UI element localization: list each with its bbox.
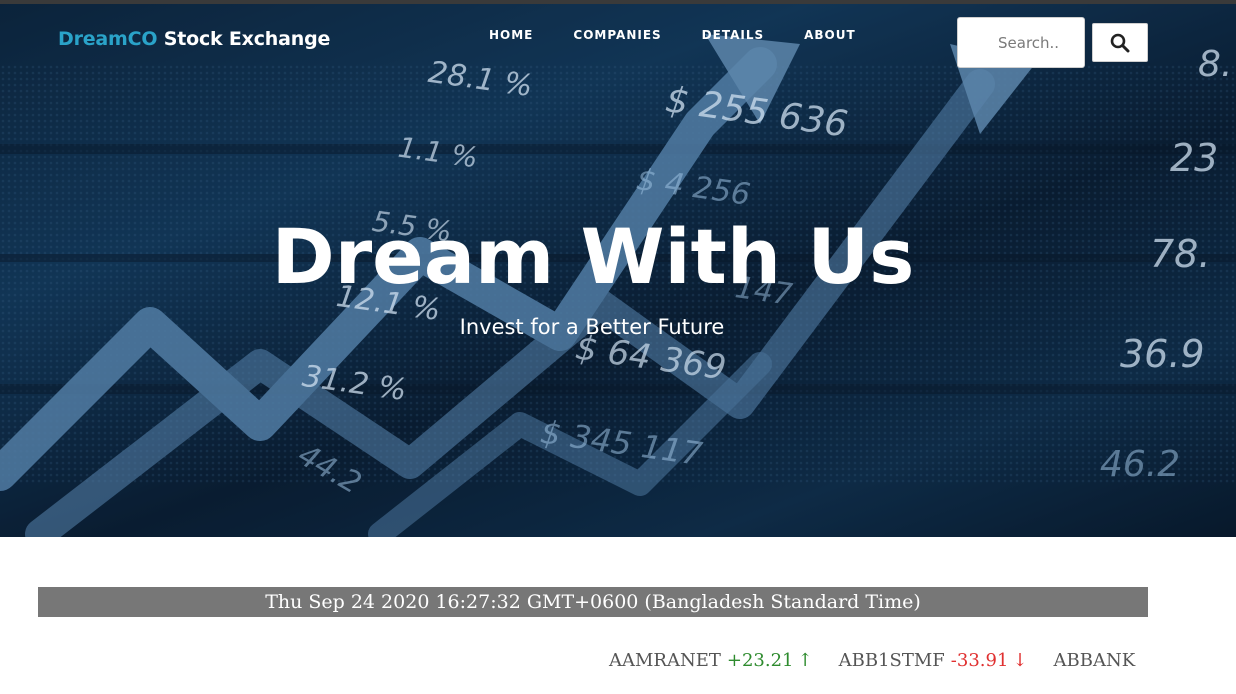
background-number: 8.: [1198, 44, 1233, 85]
clock-bar: Thu Sep 24 2020 16:27:32 GMT+0600 (Bangl…: [38, 587, 1148, 617]
search-button[interactable]: [1092, 23, 1148, 62]
search-input[interactable]: [957, 17, 1085, 68]
brand-accent: DreamCO: [58, 28, 158, 50]
nav-about[interactable]: ABOUT: [804, 28, 856, 42]
ticker-change: -33.91: [950, 650, 1009, 671]
background-number: 46.2: [1100, 444, 1181, 485]
hero-banner: 28.1 % $ 255 636 1.1 % $ 4 256 5.5 % 12.…: [0, 4, 1236, 537]
ticker-symbol: ABB1STMF: [838, 650, 945, 671]
nav-companies[interactable]: COMPANIES: [573, 28, 661, 42]
top-border: [0, 0, 1236, 4]
ticker-symbol: ABBANK: [1053, 650, 1136, 671]
ticker-item[interactable]: ABB1STMF -33.91 ↓: [839, 650, 1028, 671]
brand-logo[interactable]: DreamCO Stock Exchange: [58, 28, 330, 50]
ticker-symbol: AAMRANET: [609, 650, 721, 671]
nav-details[interactable]: DETAILS: [702, 28, 764, 42]
ticker-item[interactable]: ABBANK: [1054, 650, 1142, 671]
arrow-up-icon: ↑: [797, 650, 813, 671]
brand-rest: Stock Exchange: [157, 28, 331, 50]
hero-subtitle: Invest for a Better Future: [459, 315, 725, 339]
main-nav: HOME COMPANIES DETAILS ABOUT: [489, 28, 856, 42]
background-number: 23: [1170, 136, 1219, 180]
nav-home[interactable]: HOME: [489, 28, 533, 42]
ticker-change: +23.21: [726, 650, 794, 671]
arrow-down-icon: ↓: [1012, 650, 1028, 671]
ticker-item[interactable]: AAMRANET +23.21 ↑: [609, 650, 813, 671]
search-icon: [1110, 33, 1130, 52]
stock-ticker: AAMRANET +23.21 ↑ ABB1STMF -33.91 ↓ ABBA…: [609, 650, 1167, 671]
hero-title: Dream With Us: [271, 212, 915, 301]
